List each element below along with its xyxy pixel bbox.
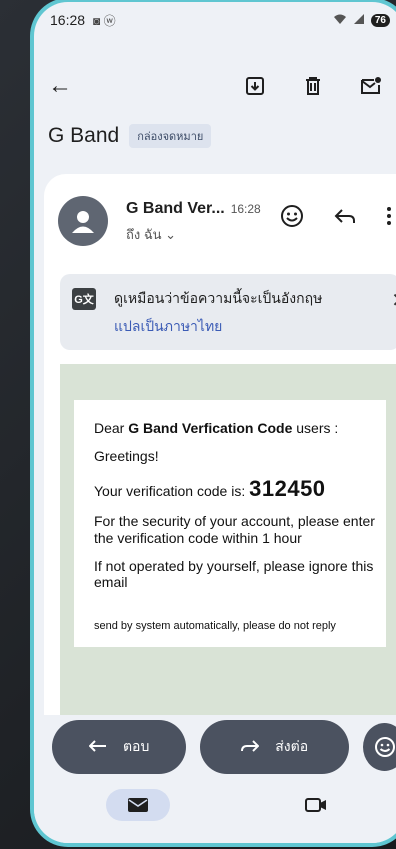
- smile-icon: [374, 737, 395, 757]
- ignore-text: If not operated by yourself, please igno…: [94, 557, 374, 590]
- email-subject: G Band: [48, 124, 120, 147]
- delete-icon[interactable]: [302, 75, 324, 97]
- reply-icon[interactable]: [334, 207, 356, 230]
- inbox-label[interactable]: กล่องจดหมาย: [129, 124, 212, 148]
- mark-unread-icon[interactable]: [360, 75, 382, 97]
- email-content: Dear G Band Verfication Code users : Gre…: [74, 400, 386, 647]
- reply-label: ตอบ: [122, 738, 150, 754]
- status-time: 16:28: [50, 12, 86, 28]
- emoji-reaction-icon[interactable]: [280, 204, 304, 233]
- forward-arrow-icon: [241, 739, 260, 756]
- sender-actions: [280, 204, 392, 233]
- sender-name: G Band Ver...: [126, 200, 225, 217]
- close-icon[interactable]: ✕: [391, 288, 396, 313]
- battery-badge: 76: [370, 13, 390, 27]
- signal-icon: [353, 12, 365, 28]
- arrow-left-icon[interactable]: ←: [48, 72, 72, 100]
- status-right: 76: [333, 12, 390, 28]
- toolbar-actions: [244, 75, 392, 97]
- translate-banner: G文 ดูเหมือนว่าข้อความนี้จะเป็นอังกฤษ แปล…: [60, 274, 396, 350]
- nav-meet-tab[interactable]: [296, 789, 336, 821]
- greetings-text: Greetings!: [94, 448, 159, 465]
- email-body: Dear G Band Verfication Code users : Gre…: [60, 364, 396, 733]
- status-bar: 16:28 ◙ ⓦ 76: [34, 2, 396, 38]
- translate-icon: G文: [72, 288, 96, 310]
- code-line: Your verification code is: 312450: [94, 476, 326, 502]
- video-camera-icon: [305, 798, 326, 812]
- message-card: G Band Ver... 16:28 ถึง ฉัน ⌄ G文 ดูเหมือ…: [44, 174, 396, 733]
- wifi-icon: [333, 12, 347, 28]
- reply-button[interactable]: ตอบ: [52, 720, 187, 774]
- translate-link[interactable]: แปลเป็นภาษาไทย: [114, 316, 388, 338]
- translate-message: ดูเหมือนว่าข้อความนี้จะเป็นอังกฤษ: [114, 290, 323, 306]
- reply-bar: ตอบ ส่งต่อ: [34, 715, 396, 779]
- sender-info[interactable]: G Band Ver... 16:28 ถึง ฉัน ⌄: [126, 196, 261, 245]
- forward-button[interactable]: ส่งต่อ: [200, 720, 350, 774]
- screen: 16:28 ◙ ⓦ 76 ← G Band กล่องจดหมาย G Band…: [34, 2, 396, 843]
- reply-arrow-icon: [88, 739, 107, 756]
- verification-code: 312450: [249, 476, 326, 502]
- phone-frame: 16:28 ◙ ⓦ 76 ← G Band กล่องจดหมาย G Band…: [30, 0, 396, 847]
- toolbar: ←: [34, 62, 396, 110]
- forward-label: ส่งต่อ: [275, 738, 309, 754]
- bottom-nav: [34, 779, 396, 843]
- subject-row: G Band กล่องจดหมาย ☆: [48, 120, 396, 152]
- greeting-line: Dear G Band Verfication Code users :: [94, 420, 339, 436]
- avatar[interactable]: [58, 196, 108, 246]
- sender-time: 16:28: [230, 202, 261, 216]
- recipient-line[interactable]: ถึง ฉัน ⌄: [126, 224, 261, 245]
- nav-mail-tab[interactable]: [106, 789, 170, 821]
- security-text: For the security of your account, please…: [94, 513, 375, 546]
- notification-icons: ◙ ⓦ: [93, 13, 116, 28]
- emoji-button[interactable]: [363, 723, 396, 771]
- archive-icon[interactable]: [244, 75, 266, 97]
- more-icon[interactable]: [386, 206, 392, 231]
- footer-note: send by system automatically, please do …: [94, 619, 336, 632]
- mail-icon: [128, 798, 148, 812]
- sender-row: G Band Ver... 16:28 ถึง ฉัน ⌄: [58, 196, 396, 260]
